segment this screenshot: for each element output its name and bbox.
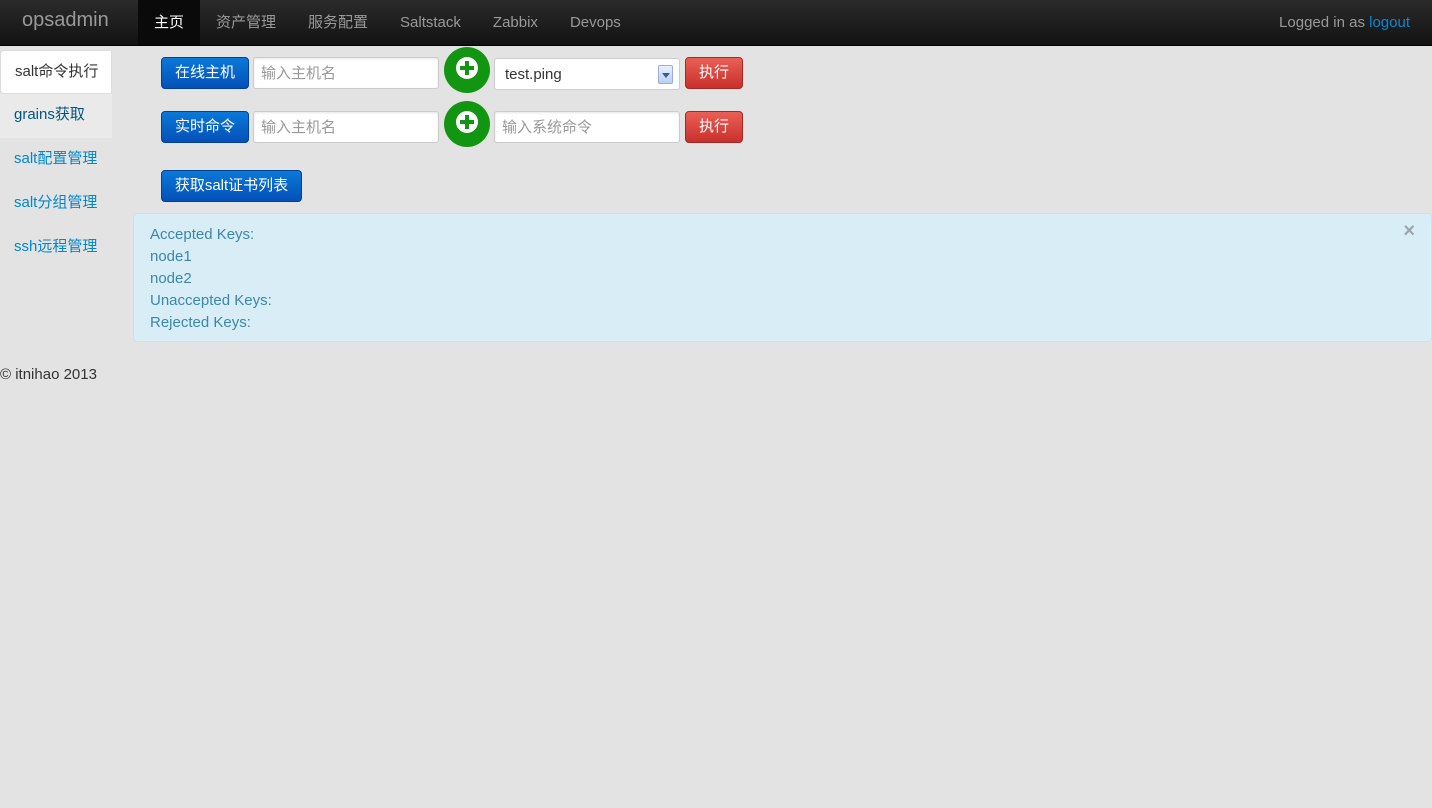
plus-circle-icon bbox=[456, 111, 478, 133]
module-select-value: test.ping bbox=[505, 66, 562, 83]
sidebar-item-salt-config[interactable]: salt配置管理 bbox=[0, 138, 112, 182]
nav-item-zabbix[interactable]: Zabbix bbox=[477, 0, 554, 45]
get-salt-cert-list-button[interactable]: 获取salt证书列表 bbox=[161, 170, 302, 202]
keys-alert: Accepted Keys: node1 node2 Unaccepted Ke… bbox=[133, 213, 1432, 342]
row2-execute-button[interactable]: 执行 bbox=[685, 111, 743, 143]
sidebar-item-grains[interactable]: grains获取 bbox=[0, 94, 112, 138]
footer-copyright: © itnihao 2013 bbox=[0, 366, 97, 383]
key-item: node2 bbox=[150, 270, 192, 287]
system-command-input[interactable] bbox=[494, 111, 680, 143]
rejected-keys-label: Rejected Keys: bbox=[150, 314, 251, 331]
accepted-keys-label: Accepted Keys: bbox=[150, 226, 255, 243]
close-icon[interactable]: × bbox=[1403, 220, 1415, 243]
sidebar-item-ssh-remote[interactable]: ssh远程管理 bbox=[0, 226, 112, 270]
sidebar-item-salt-group[interactable]: salt分组管理 bbox=[0, 182, 112, 226]
module-select[interactable]: test.ping bbox=[494, 58, 680, 90]
row1-execute-button[interactable]: 执行 bbox=[685, 57, 743, 89]
row2-add-button[interactable] bbox=[444, 101, 490, 147]
key-item: node1 bbox=[150, 248, 192, 265]
logged-in-text: Logged in as bbox=[1279, 14, 1365, 31]
plus-circle-icon bbox=[456, 57, 478, 79]
chevron-down-icon bbox=[658, 65, 673, 84]
nav-item-assets[interactable]: 资产管理 bbox=[200, 0, 292, 45]
row2-host-input[interactable] bbox=[253, 111, 439, 143]
row1-host-input[interactable] bbox=[253, 57, 439, 89]
brand-logo[interactable]: opsadmin bbox=[22, 9, 109, 32]
realtime-command-button[interactable]: 实时命令 bbox=[161, 111, 249, 143]
user-status: Logged in as logout bbox=[1279, 0, 1410, 45]
top-navbar: opsadmin 主页 资产管理 服务配置 Saltstack Zabbix D… bbox=[0, 0, 1432, 46]
nav-item-saltstack[interactable]: Saltstack bbox=[384, 0, 477, 45]
unaccepted-keys-label: Unaccepted Keys: bbox=[150, 292, 272, 309]
online-hosts-button[interactable]: 在线主机 bbox=[161, 57, 249, 89]
keys-list: Accepted Keys: node1 node2 Unaccepted Ke… bbox=[150, 224, 272, 334]
sidebar: salt命令执行 grains获取 salt配置管理 salt分组管理 ssh远… bbox=[0, 50, 112, 270]
logout-link[interactable]: logout bbox=[1369, 14, 1410, 31]
nav-item-service-config[interactable]: 服务配置 bbox=[292, 0, 384, 45]
nav-item-home[interactable]: 主页 bbox=[138, 0, 201, 45]
row1-add-button[interactable] bbox=[444, 47, 490, 93]
nav-item-devops[interactable]: Devops bbox=[554, 0, 637, 45]
sidebar-item-salt-command[interactable]: salt命令执行 bbox=[0, 50, 112, 94]
main-nav: 主页 资产管理 服务配置 Saltstack Zabbix Devops bbox=[138, 0, 637, 45]
